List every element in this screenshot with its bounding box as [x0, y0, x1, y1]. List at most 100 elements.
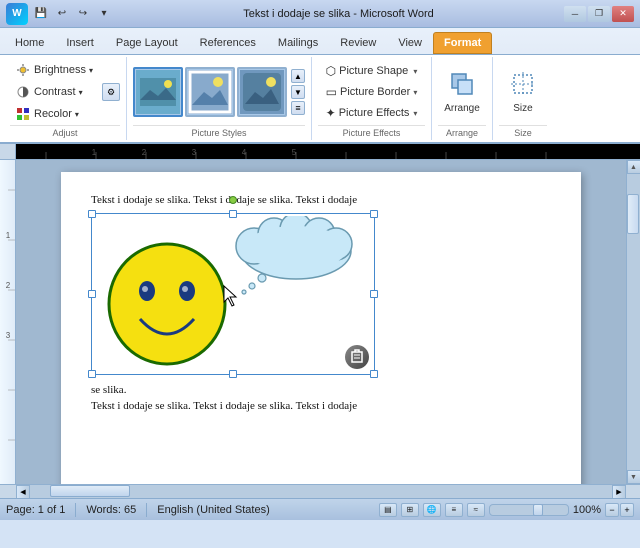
group-arrange: Arrange Arrange: [432, 57, 493, 140]
adjust-extra-button[interactable]: ⚙: [102, 83, 120, 101]
size-content: Size: [499, 59, 547, 125]
window-controls: ─ ❐ ✕: [564, 6, 634, 22]
tab-references[interactable]: References: [189, 32, 267, 54]
quick-access-toolbar: 💾 ↩ ↪ ▾: [32, 5, 113, 23]
tab-insert[interactable]: Insert: [55, 32, 105, 54]
svg-text:2: 2: [142, 148, 147, 157]
resize-handle-ml[interactable]: [88, 290, 96, 298]
svg-text:1: 1: [92, 148, 97, 157]
document-scroll-area: Tekst i dodaje se slika. Tekst i dodaje …: [16, 160, 626, 484]
image-container[interactable]: [91, 213, 375, 375]
minimize-button[interactable]: ─: [564, 6, 586, 22]
resize-handle-br[interactable]: [370, 370, 378, 378]
styles-up-button[interactable]: ▲: [291, 69, 305, 83]
save-button[interactable]: 💾: [32, 5, 50, 23]
picture-shape-label: Picture Shape: [339, 65, 410, 77]
picture-border-button[interactable]: ▭ Picture Border ▾: [321, 82, 423, 102]
tab-view[interactable]: View: [387, 32, 433, 54]
resize-handle-bl[interactable]: [88, 370, 96, 378]
image-border: [91, 213, 375, 375]
scrollbar-horizontal-row: ◀ ▶: [0, 484, 640, 498]
contrast-button[interactable]: Contrast ▾: [10, 82, 98, 102]
undo-button[interactable]: ↩: [53, 5, 71, 23]
style-thumb-2[interactable]: [185, 67, 235, 117]
zoom-thumb[interactable]: [533, 504, 543, 516]
picture-shape-button[interactable]: ⬡ Picture Shape ▾: [321, 61, 423, 81]
picture-shape-arrow-icon: ▾: [413, 67, 417, 76]
group-picture-effects: ⬡ Picture Shape ▾ ▭ Picture Border ▾ ✦ P…: [312, 57, 432, 140]
document-text-before: Tekst i dodaje se slika. Tekst i dodaje …: [91, 192, 551, 209]
scroll-left-button[interactable]: ◀: [16, 485, 30, 498]
close-button[interactable]: ✕: [612, 6, 634, 22]
picture-effects-label: Picture Effects: [318, 125, 425, 138]
picture-border-arrow-icon: ▾: [413, 88, 417, 97]
scroll-thumb-h[interactable]: [50, 485, 130, 497]
restore-button[interactable]: ❐: [588, 6, 610, 22]
svg-text:1: 1: [6, 231, 11, 240]
style-thumb-1[interactable]: [133, 67, 183, 117]
tab-page-layout[interactable]: Page Layout: [105, 32, 189, 54]
zoom-in-button[interactable]: +: [620, 503, 634, 517]
ruler-horizontal: 1 2 3 4 5: [16, 144, 640, 160]
adjust-group-label: Adjust: [10, 125, 120, 138]
resize-handle-tl[interactable]: [88, 210, 96, 218]
picture-effect-buttons: ⬡ Picture Shape ▾ ▭ Picture Border ▾ ✦ P…: [321, 61, 423, 123]
brightness-icon: [15, 62, 31, 78]
zoom-level: 100%: [573, 504, 601, 516]
group-size: Size Size: [493, 57, 553, 140]
view-outline-button[interactable]: ≡: [445, 503, 463, 517]
language-status: English (United States): [157, 504, 270, 516]
status-bar: Page: 1 of 1 Words: 65 English (United S…: [0, 498, 640, 520]
resize-handle-mr[interactable]: [370, 290, 378, 298]
picture-effects-button[interactable]: ✦ Picture Effects ▾: [321, 103, 423, 123]
tab-format[interactable]: Format: [433, 32, 492, 54]
word-count: Words: 65: [86, 504, 136, 516]
rotation-handle[interactable]: [229, 196, 237, 204]
scroll-corner-br: [626, 485, 640, 498]
view-web-layout-button[interactable]: 🌐: [423, 503, 441, 517]
doc-ruler-area: 1 2 3 Tekst i dodaje se slika. Tekst i d…: [0, 160, 640, 484]
styles-down-button[interactable]: ▼: [291, 85, 305, 99]
scroll-up-button[interactable]: ▲: [627, 160, 640, 174]
group-picture-styles: ▲ ▼ ≡ Picture Styles: [127, 57, 312, 140]
view-print-button[interactable]: ▤: [379, 503, 397, 517]
scroll-down-button[interactable]: ▼: [627, 470, 640, 484]
svg-text:2: 2: [6, 281, 11, 290]
tab-review[interactable]: Review: [329, 32, 387, 54]
style-thumb-3[interactable]: [237, 67, 287, 117]
zoom-out-button[interactable]: −: [605, 503, 619, 517]
picture-effects-label: Picture Effects: [339, 107, 411, 119]
size-button[interactable]: Size: [499, 65, 547, 119]
title-bar: W 💾 ↩ ↪ ▾ Tekst i dodaje se slika - Micr…: [0, 0, 640, 28]
tab-home[interactable]: Home: [4, 32, 55, 54]
resize-handle-tr[interactable]: [370, 210, 378, 218]
zoom-controls: − +: [605, 503, 634, 517]
scroll-right-button[interactable]: ▶: [612, 485, 626, 498]
scroll-corner-bl: [0, 485, 16, 498]
picture-effects-content: ⬡ Picture Shape ▾ ▭ Picture Border ▾ ✦ P…: [321, 59, 423, 125]
arrange-content: Arrange: [438, 59, 486, 125]
ruler-corner: [0, 144, 16, 160]
recolor-icon: [15, 106, 31, 122]
recolor-label: Recolor: [34, 108, 72, 120]
qat-dropdown-button[interactable]: ▾: [95, 5, 113, 23]
recolor-button[interactable]: Recolor ▾: [10, 104, 98, 124]
tab-mailings[interactable]: Mailings: [267, 32, 329, 54]
brightness-button[interactable]: Brightness ▾: [10, 60, 98, 80]
redo-button[interactable]: ↪: [74, 5, 92, 23]
content-area: 1 2 3 4 5: [0, 144, 640, 498]
scrollbar-vertical[interactable]: ▲ ▼: [626, 160, 640, 484]
arrange-group-label: Arrange: [438, 125, 486, 138]
scroll-thumb-v[interactable]: [627, 194, 639, 234]
styles-more-button[interactable]: ≡: [291, 101, 305, 115]
ruler-vertical: 1 2 3: [0, 160, 16, 484]
scroll-track-h[interactable]: [30, 485, 612, 498]
brightness-label: Brightness: [34, 64, 86, 76]
view-full-reading-button[interactable]: ⊞: [401, 503, 419, 517]
resize-handle-bm[interactable]: [229, 370, 237, 378]
view-draft-button[interactable]: ≈: [467, 503, 485, 517]
zoom-slider[interactable]: [489, 504, 569, 516]
contrast-arrow-icon: ▾: [79, 88, 83, 97]
arrange-button[interactable]: Arrange: [438, 65, 486, 119]
scroll-track-v[interactable]: [627, 174, 640, 470]
